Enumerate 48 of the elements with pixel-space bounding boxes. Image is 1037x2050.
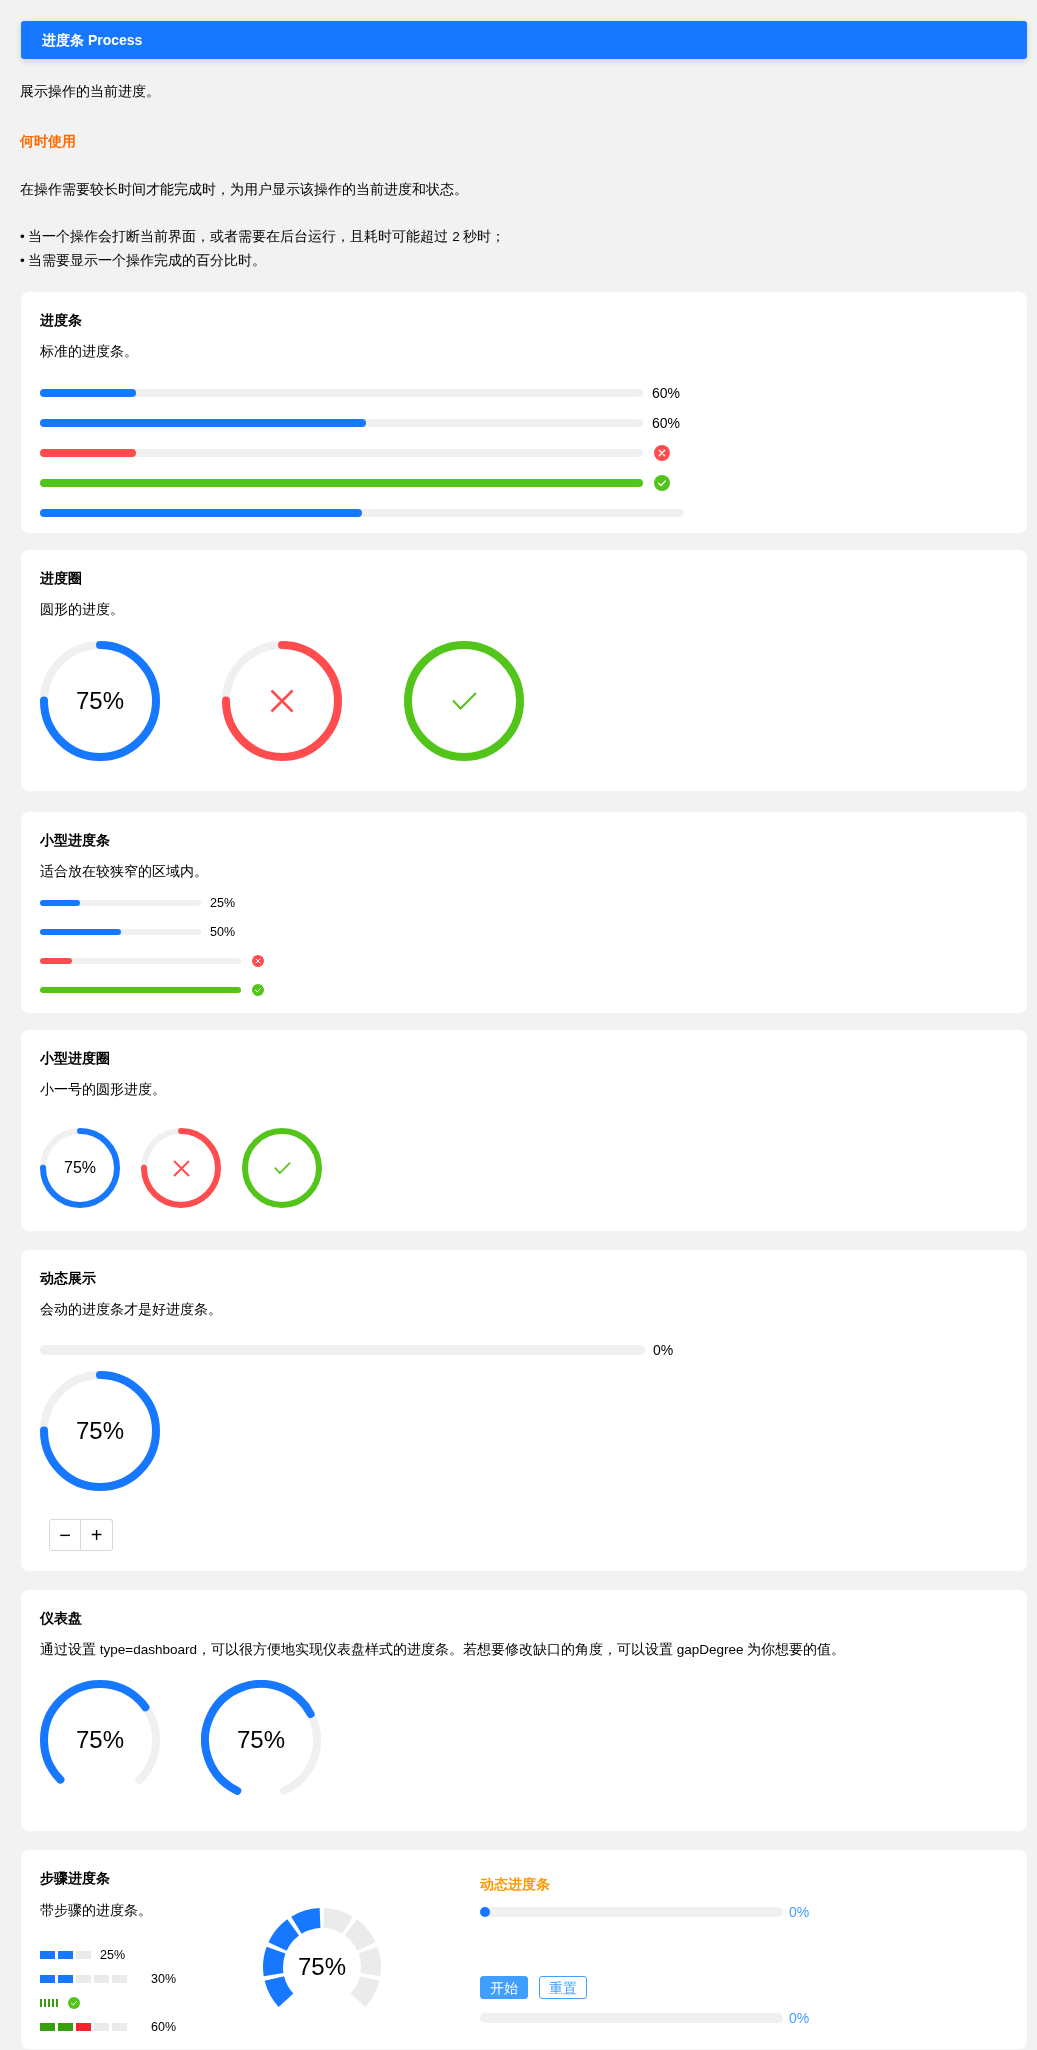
plus-button[interactable]: +	[81, 1519, 113, 1551]
check-circle-icon	[654, 475, 670, 491]
check-icon	[451, 692, 477, 710]
percent-label: 25%	[100, 1947, 126, 1964]
card-title: 步骤进度条	[40, 1869, 111, 1888]
section-heading: 动态进度条	[480, 1875, 551, 1894]
card-title: 仪表盘	[40, 1609, 83, 1628]
percent-label: 25%	[210, 895, 236, 912]
card-description: 标准的进度条。	[40, 343, 139, 361]
percent-label: 60%	[652, 384, 681, 403]
x-circle-icon	[654, 445, 670, 461]
percent-label: 30%	[151, 1971, 177, 1988]
card-title: 进度圈	[40, 569, 83, 588]
percent-label: 60%	[652, 414, 681, 433]
percent-label: 75%	[75, 1728, 124, 1752]
check-circle-icon	[68, 1997, 80, 2009]
percent-label: 60%	[151, 2019, 177, 2036]
percent-label: 50%	[210, 924, 236, 941]
card-description: 适合放在较狭窄的区域内。	[40, 863, 209, 881]
intro-text: 展示操作的当前进度。	[20, 83, 161, 101]
card-description: 会动的进度条才是好进度条。	[40, 1301, 223, 1319]
percent-label: 75%	[64, 1160, 96, 1176]
page-title: 进度条 Process	[42, 30, 143, 50]
x-circle-icon	[252, 955, 264, 967]
card-title: 小型进度圈	[40, 1049, 111, 1068]
card-title: 动态展示	[40, 1269, 97, 1288]
cross-icon	[172, 1159, 190, 1177]
minus-button[interactable]: −	[49, 1519, 81, 1551]
card-description: 带步骤的进度条。	[40, 1902, 153, 1920]
percent-label: 75%	[75, 1419, 124, 1443]
card-description: 通过设置 type=dashboard，可以很方便地实现仪表盘样式的进度条。若想要修改缺口的角度，可以设置 gapDegree 为你想要的值。	[40, 1641, 847, 1659]
bullet-item: • 当一个操作会打断当前界面，或者需要在后台运行，且耗时可能超过 2 秒时；	[20, 228, 507, 246]
percent-label: 0%	[789, 1903, 810, 1922]
cross-icon	[270, 689, 294, 713]
section-heading: 何时使用	[20, 132, 77, 151]
percent-label: 0%	[789, 2009, 810, 2028]
percent-label: 75%	[297, 1955, 346, 1979]
check-icon	[273, 1162, 291, 1174]
bullet-item: • 当需要显示一个操作完成的百分比时。	[20, 252, 268, 270]
check-circle-icon	[252, 984, 264, 996]
card-title: 小型进度条	[40, 831, 111, 850]
intro-text: 在操作需要较长时间才能完成时，为用户显示该操作的当前进度和状态。	[20, 181, 469, 199]
percent-label: 0%	[653, 1341, 674, 1360]
card-description: 小一号的圆形进度。	[40, 1081, 167, 1099]
card-description: 圆形的进度。	[40, 601, 125, 619]
card-title: 进度条	[40, 311, 83, 330]
percent-label: 75%	[236, 1728, 285, 1752]
percent-label: 75%	[75, 689, 124, 713]
